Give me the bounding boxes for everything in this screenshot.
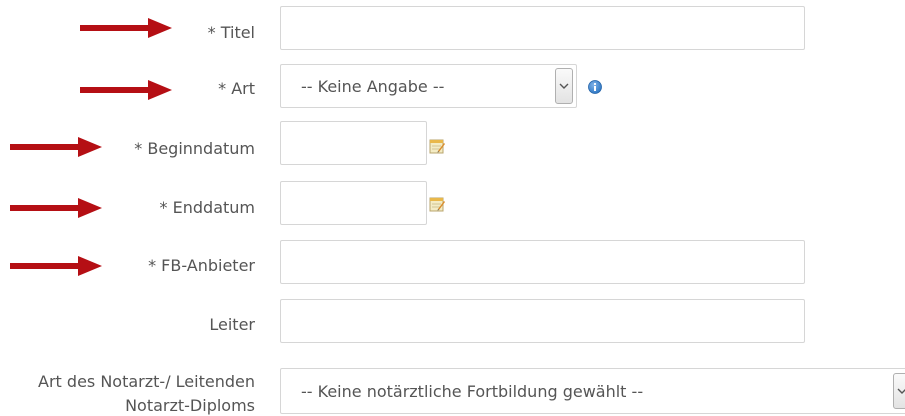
enddatum-label: * Enddatum bbox=[159, 198, 255, 217]
red-arrow-icon bbox=[10, 256, 102, 276]
calendar-icon[interactable] bbox=[429, 138, 445, 154]
art-select-toggle[interactable] bbox=[555, 68, 573, 104]
titel-label: * Titel bbox=[207, 23, 255, 42]
info-icon[interactable] bbox=[588, 80, 602, 94]
chevron-down-icon bbox=[897, 388, 905, 394]
titel-input[interactable] bbox=[280, 6, 805, 50]
red-arrow-icon bbox=[10, 198, 102, 218]
beginndatum-input[interactable] bbox=[280, 121, 427, 165]
art-select-value: -- Keine Angabe -- bbox=[301, 77, 445, 96]
chevron-down-icon bbox=[559, 83, 569, 89]
notarzt-diplom-select-value: -- Keine notärztliche Fortbildung gewähl… bbox=[301, 382, 644, 401]
red-arrow-icon bbox=[80, 18, 172, 38]
notarzt-diplom-label-line1: Art des Notarzt-/ Leitenden bbox=[38, 372, 255, 391]
notarzt-diplom-select[interactable]: -- Keine notärztliche Fortbildung gewähl… bbox=[280, 368, 905, 414]
fb-anbieter-input[interactable] bbox=[280, 240, 805, 284]
calendar-icon[interactable] bbox=[429, 196, 445, 212]
event-form: * Titel * Art -- Keine Angabe -- * Begin… bbox=[0, 0, 905, 416]
notarzt-diplom-select-toggle[interactable] bbox=[893, 373, 905, 409]
leiter-label: Leiter bbox=[209, 315, 255, 334]
notarzt-diplom-label: Art des Notarzt-/ Leitenden Notarzt-Dipl… bbox=[0, 370, 255, 416]
red-arrow-icon bbox=[10, 137, 102, 157]
leiter-input[interactable] bbox=[280, 299, 805, 343]
art-label: * Art bbox=[218, 79, 255, 98]
enddatum-input[interactable] bbox=[280, 181, 427, 225]
red-arrow-icon bbox=[80, 80, 172, 100]
art-select[interactable]: -- Keine Angabe -- bbox=[280, 64, 577, 108]
beginndatum-label: * Beginndatum bbox=[134, 139, 255, 158]
fb-anbieter-label: * FB-Anbieter bbox=[148, 256, 255, 275]
notarzt-diplom-label-line2: Notarzt-Diploms bbox=[125, 396, 255, 415]
